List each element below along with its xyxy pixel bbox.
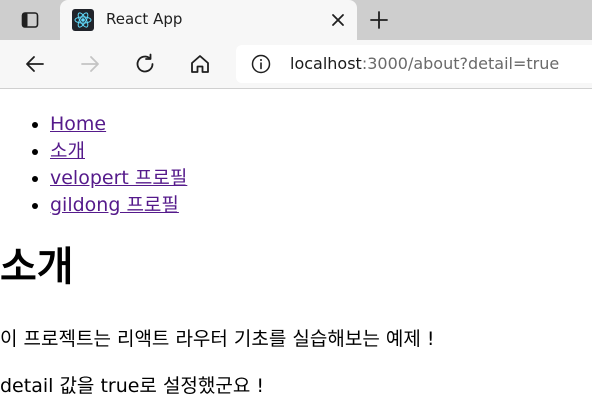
nav-link-gildong-profile[interactable]: gildong 프로필 — [50, 194, 179, 216]
address-bar[interactable]: localhost:3000/about?detail=true — [236, 45, 592, 83]
nav-link-velopert-profile[interactable]: velopert 프로필 — [50, 167, 187, 189]
home-icon[interactable] — [186, 50, 214, 78]
detail-text: detail 값을 true로 설정했군요 ! — [0, 375, 265, 397]
list-item: gildong 프로필 — [50, 192, 187, 219]
react-icon — [72, 9, 94, 31]
list-item: velopert 프로필 — [50, 165, 187, 192]
tab-react-app[interactable]: React App — [60, 0, 357, 40]
info-icon[interactable] — [250, 53, 272, 75]
list-item: Home — [50, 111, 187, 138]
nav-link-about[interactable]: 소개 — [50, 140, 85, 162]
close-icon[interactable] — [326, 8, 350, 32]
tab-actions-icon[interactable] — [10, 8, 50, 32]
url-path: :3000/about?detail=true — [361, 54, 560, 73]
description-text: 이 프로젝트는 리액트 라우터 기초를 실습해보는 예제 ! — [0, 328, 435, 350]
list-item: 소개 — [50, 138, 187, 165]
nav-list: Home 소개 velopert 프로필 gildong 프로필 — [0, 111, 187, 219]
nav-link-home[interactable]: Home — [50, 113, 106, 135]
page-title: 소개 — [0, 244, 74, 290]
url-host: localhost — [290, 54, 362, 73]
page-content: Home 소개 velopert 프로필 gildong 프로필 소개 이 프로… — [0, 89, 592, 420]
browser-toolbar: localhost:3000/about?detail=true — [0, 40, 592, 89]
refresh-icon[interactable] — [131, 50, 159, 78]
tab-title: React App — [106, 10, 183, 28]
tab-strip: React App — [0, 0, 592, 40]
forward-arrow-icon[interactable] — [76, 50, 104, 78]
url-text[interactable]: localhost:3000/about?detail=true — [290, 54, 559, 73]
browser-window: React App localhost:3000/about?detail=tr… — [0, 0, 592, 420]
plus-icon[interactable] — [366, 7, 392, 33]
back-arrow-icon[interactable] — [21, 50, 49, 78]
